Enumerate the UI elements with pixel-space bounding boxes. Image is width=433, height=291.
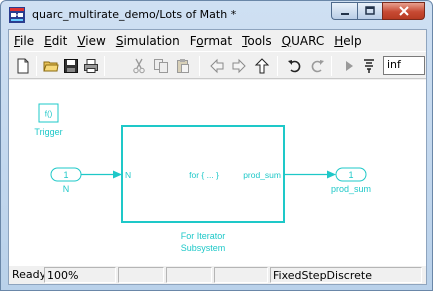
open-button[interactable] (41, 56, 61, 76)
menu-file[interactable]: File (9, 34, 39, 48)
run-icon (346, 61, 353, 71)
subsystem-outport-label: prod_sum (243, 170, 281, 180)
menu-quarc-accel: Q (281, 33, 292, 48)
redo-icon (311, 60, 324, 73)
menu-edit-accel: E (44, 33, 52, 48)
subsystem-name-line2: Subsystem (181, 243, 226, 253)
status-field-3 (118, 267, 164, 283)
save-icon (64, 59, 78, 73)
redo-button[interactable] (307, 56, 327, 76)
cut-button[interactable] (129, 56, 149, 76)
up-button[interactable] (252, 56, 272, 76)
close-button[interactable] (382, 2, 425, 20)
paste-button[interactable] (173, 56, 193, 76)
paste-icon (177, 59, 189, 73)
title-bar[interactable]: quarc_multirate_demo/Lots of Math * (1, 1, 432, 29)
undo-icon (288, 60, 301, 73)
simulink-window: quarc_multirate_demo/Lots of Math * File… (0, 0, 433, 291)
menu-help[interactable]: Help (329, 34, 366, 48)
debug-button[interactable] (359, 56, 379, 76)
copy-icon (154, 59, 168, 73)
debug-icon (364, 59, 374, 73)
trigger-label: Trigger (34, 127, 62, 137)
run-button[interactable] (339, 56, 359, 76)
copy-button[interactable] (151, 56, 171, 76)
menu-help-accel: H (334, 33, 344, 48)
menu-file-rest: ile (20, 33, 35, 48)
menu-format[interactable]: Format (185, 34, 237, 48)
window-title: quarc_multirate_demo/Lots of Math * (32, 8, 237, 21)
status-solver: FixedStepDiscrete (270, 267, 422, 283)
print-icon (84, 59, 98, 73)
menu-edit[interactable]: Edit (39, 34, 72, 48)
back-button[interactable] (207, 56, 227, 76)
maximize-icon (365, 6, 375, 15)
forward-button[interactable] (229, 56, 249, 76)
minimize-button[interactable] (331, 2, 357, 20)
close-icon (398, 6, 409, 16)
menu-simulation-rest: imulation (123, 33, 180, 48)
inport-number: 1 (63, 170, 68, 180)
menu-format-rest: rmat (203, 33, 233, 48)
menu-help-rest: elp (343, 33, 362, 48)
menu-bar: File Edit View Simulation Format Tools Q… (9, 30, 426, 51)
subsystem-inport-label: N (125, 170, 131, 180)
menu-edit-rest: dit (51, 33, 68, 48)
toolbar: inf (9, 51, 426, 79)
cut-icon (133, 58, 145, 74)
outport-label: prod_sum (331, 184, 371, 194)
open-folder-icon (43, 61, 59, 72)
block-diagram: f() Trigger 1 N N for { ... } prod_sum F… (34, 103, 371, 253)
status-field-5 (214, 267, 268, 283)
save-button[interactable] (61, 56, 81, 76)
simulink-app-icon (9, 7, 25, 23)
menu-format-accel: o (196, 33, 204, 48)
menu-tools[interactable]: Tools (237, 34, 277, 48)
up-arrow-icon (254, 58, 270, 74)
forward-arrow-icon (232, 58, 246, 74)
new-file-icon (17, 58, 29, 74)
signal-arrow-out (327, 170, 336, 179)
trigger-symbol: f() (45, 110, 53, 119)
minimize-icon (340, 13, 349, 15)
stop-time-input[interactable]: inf (383, 56, 425, 75)
status-zoom: 100% (44, 267, 116, 283)
status-field-4 (166, 267, 212, 283)
model-canvas[interactable]: f() Trigger 1 N N for { ... } prod_sum F… (9, 80, 426, 266)
menu-view-rest: iew (85, 33, 106, 48)
maximize-button[interactable] (357, 2, 382, 20)
status-ready: Ready (12, 268, 44, 281)
new-button[interactable] (13, 56, 33, 76)
subsystem-name-line1: For Iterator (181, 231, 226, 241)
back-arrow-icon (210, 58, 224, 74)
menu-view[interactable]: View (72, 34, 110, 48)
menu-tools-rest: ools (247, 33, 272, 48)
print-button[interactable] (81, 56, 101, 76)
menu-quarc[interactable]: QUARC (277, 34, 330, 48)
outport-number: 1 (348, 170, 353, 180)
signal-arrow-in (113, 170, 122, 179)
status-bar: Ready 100% FixedStepDiscrete (9, 266, 426, 284)
inport-label: N (63, 184, 70, 194)
window-client-area: File Edit View Simulation Format Tools Q… (8, 29, 427, 285)
menu-simulation[interactable]: Simulation (111, 34, 185, 48)
undo-button[interactable] (285, 56, 305, 76)
menu-quarc-rest: UARC (291, 33, 325, 48)
subsystem-center-text: for { ... } (189, 170, 219, 180)
